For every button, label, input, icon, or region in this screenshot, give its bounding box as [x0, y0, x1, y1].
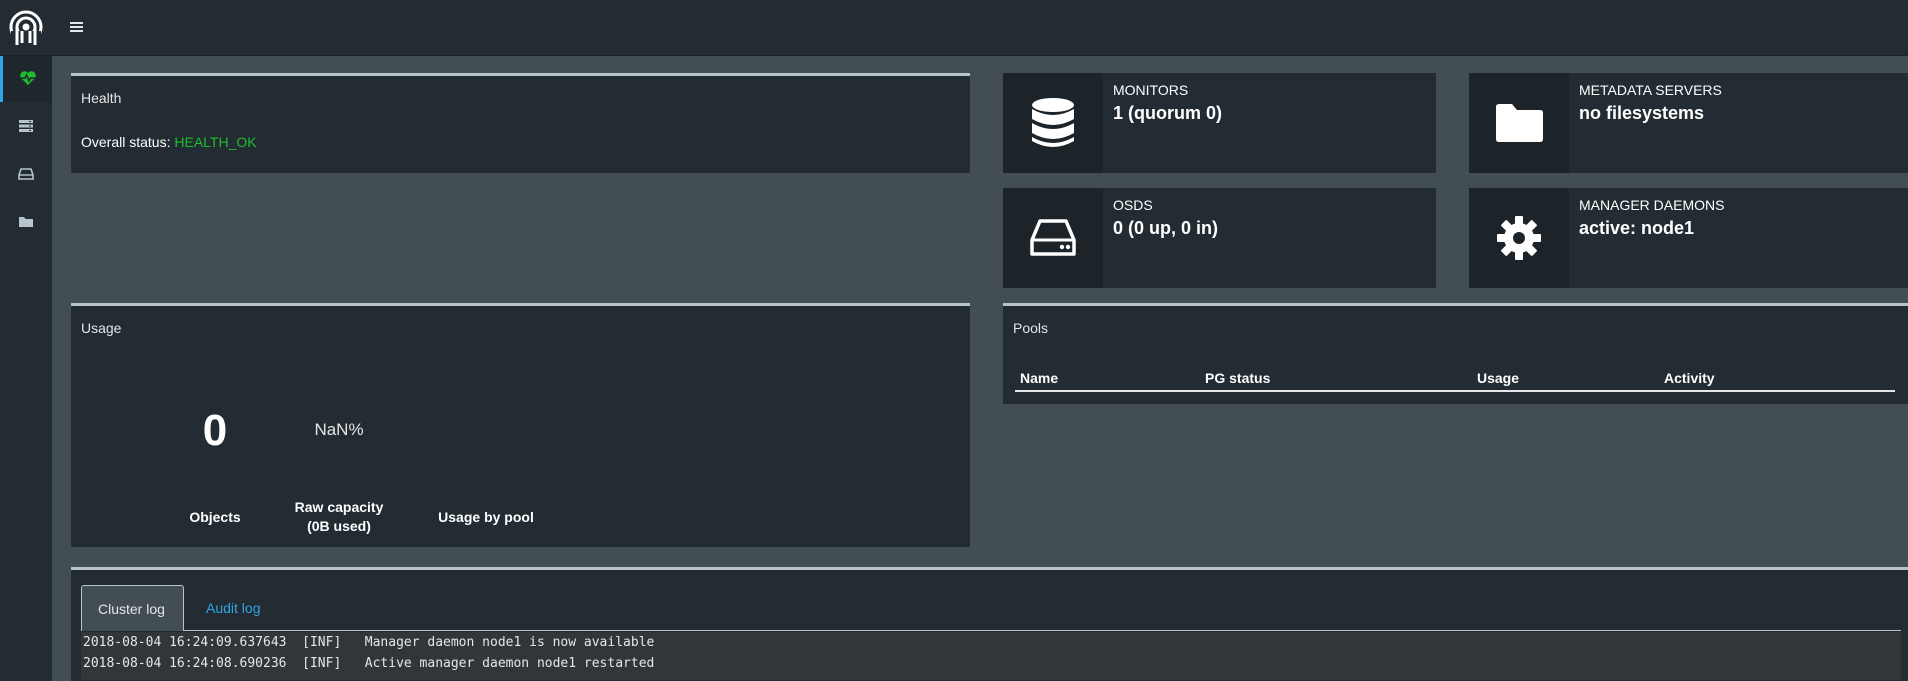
top-navbar — [0, 0, 1908, 56]
cluster-log-output: 2018-08-04 16:24:09.637643 [INF] Manager… — [81, 632, 1901, 680]
column-activity[interactable]: Activity — [1664, 370, 1715, 386]
osds-value: 0 (0 up, 0 in) — [1113, 218, 1219, 238]
raw-capacity-percent: NaN% — [314, 420, 364, 439]
osds-label: OSDS — [1113, 197, 1153, 213]
metadata-servers-box[interactable]: METADATA SERVERS no filesystems — [1469, 73, 1908, 173]
hard-drive-icon — [18, 167, 34, 184]
gear-icon — [1469, 188, 1569, 288]
overall-status: Overall status: HEALTH_OK — [81, 134, 257, 150]
pools-table-header: Name PG status Usage Activity — [1015, 366, 1895, 392]
raw-capacity-label: Raw capacity (0B used) — [274, 499, 404, 534]
health-panel: Health Overall status: HEALTH_OK — [71, 73, 970, 173]
manager-daemons-label: MANAGER DAEMONS — [1579, 197, 1725, 213]
sidebar-item-cluster[interactable] — [0, 104, 52, 150]
folder-icon — [18, 215, 34, 232]
manager-daemons-box[interactable]: MANAGER DAEMONS active: node1 — [1469, 188, 1908, 288]
osds-box[interactable]: OSDS 0 (0 up, 0 in) — [1003, 188, 1436, 288]
metadata-servers-label: METADATA SERVERS — [1579, 82, 1722, 98]
hard-drive-icon — [1003, 188, 1103, 288]
server-icon — [18, 119, 34, 136]
menu-toggle-icon[interactable] — [68, 18, 86, 36]
database-icon — [1003, 73, 1103, 173]
sidebar — [0, 56, 52, 681]
sidebar-item-dashboard[interactable] — [0, 56, 52, 102]
monitors-label: MONITORS — [1113, 82, 1189, 98]
sidebar-item-filesystems[interactable] — [0, 200, 52, 246]
ceph-logo-icon[interactable] — [6, 9, 46, 49]
overall-status-label: Overall status: — [81, 134, 171, 150]
health-status-value: HEALTH_OK — [174, 134, 257, 150]
raw-capacity-used: (0B used) — [307, 518, 371, 534]
objects-label: Objects — [189, 509, 241, 525]
usage-title: Usage — [81, 320, 122, 336]
usage-panel: Usage 0 NaN% Objects Raw capacity (0B us… — [71, 303, 970, 547]
column-pg-status[interactable]: PG status — [1205, 370, 1270, 386]
manager-daemons-value: active: node1 — [1579, 218, 1695, 238]
column-name[interactable]: Name — [1020, 370, 1058, 386]
sidebar-item-block[interactable] — [0, 152, 52, 198]
monitors-value: 1 (quorum 0) — [1113, 103, 1223, 123]
raw-capacity-title: Raw capacity — [294, 499, 384, 515]
pools-panel: Pools Name PG status Usage Activity — [1003, 303, 1908, 404]
log-line: 2018-08-04 16:24:08.690236 [INF] Active … — [83, 656, 655, 671]
health-title: Health — [81, 90, 122, 106]
log-tabs: Cluster log Audit log — [81, 585, 1901, 631]
heartbeat-icon — [19, 70, 37, 89]
log-panel: Cluster log Audit log 2018-08-04 16:24:0… — [71, 567, 1908, 681]
objects-count: 0 — [202, 406, 228, 455]
tab-cluster-log[interactable]: Cluster log — [81, 585, 184, 631]
log-line: 2018-08-04 16:24:09.637643 [INF] Manager… — [83, 635, 655, 650]
pools-title: Pools — [1013, 320, 1049, 336]
column-usage[interactable]: Usage — [1477, 370, 1519, 386]
usage-by-pool-label: Usage by pool — [438, 509, 534, 525]
metadata-servers-value: no filesystems — [1579, 103, 1705, 123]
tab-audit-log[interactable]: Audit log — [190, 585, 276, 631]
monitors-box[interactable]: MONITORS 1 (quorum 0) — [1003, 73, 1436, 173]
folder-icon — [1469, 73, 1569, 173]
